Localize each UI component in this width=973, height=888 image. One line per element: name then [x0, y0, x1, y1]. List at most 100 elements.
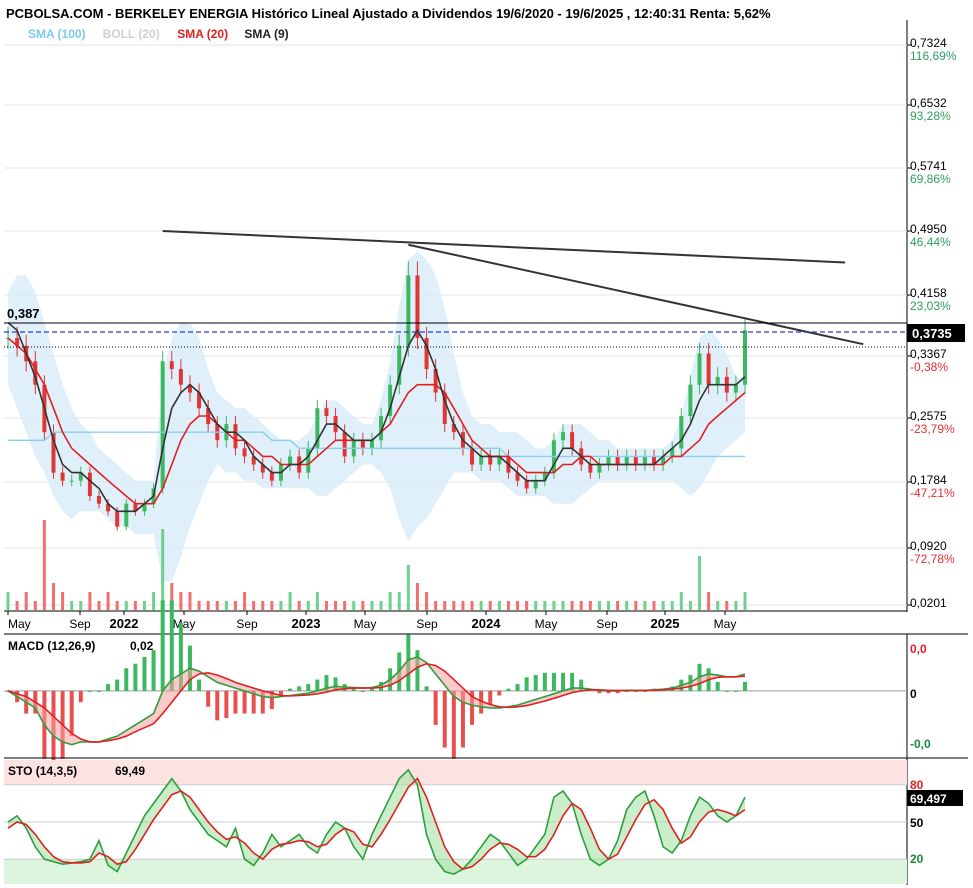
price-candle [169, 361, 174, 370]
price-candle [697, 353, 702, 385]
x-tick-label: May [8, 617, 31, 631]
volume-bar [270, 601, 274, 610]
price-candle [306, 448, 311, 473]
volume-bar [24, 592, 28, 610]
price-tick-label: 0,6532 [910, 96, 947, 110]
macd-hist-bar [142, 656, 147, 691]
macd-hist-bar [506, 688, 511, 691]
volume-bar [643, 601, 647, 610]
macd-ylabel-bottom: -0,0 [910, 737, 931, 751]
price-candle [533, 480, 538, 489]
volume-bar [133, 601, 137, 610]
legend-item: SMA (9) [244, 27, 288, 41]
price-candle [624, 456, 629, 465]
macd-hist-bar [442, 690, 447, 748]
volume-bar [634, 601, 638, 610]
macd-hist-bar [106, 684, 111, 691]
macd-hist-bar [306, 684, 311, 691]
price-candle [415, 275, 420, 339]
volume-bar [707, 592, 711, 610]
volume-bar [488, 601, 492, 610]
volume-bar [161, 529, 165, 610]
volume-bar [51, 583, 55, 610]
price-tick-pct: 69,86% [910, 172, 951, 186]
price-tick-pct: 46,44% [910, 235, 951, 249]
volume-bar [397, 592, 401, 610]
macd-hist-bar [497, 690, 502, 696]
volume-bar [15, 601, 19, 610]
macd-hist-bar [488, 690, 493, 705]
volume-bar [415, 583, 419, 610]
volume-bar [343, 601, 347, 610]
macd-hist-bar [124, 668, 129, 691]
macd-title: MACD (12,26,9) [8, 639, 95, 653]
macd-hist-bar [743, 681, 747, 691]
price-candle [479, 456, 484, 465]
volume-bar [297, 601, 301, 610]
volume-bar [142, 601, 146, 610]
macd-hist-bar [78, 690, 83, 703]
volume-bar [661, 601, 665, 610]
volume-bar [461, 601, 465, 610]
price-candle [69, 480, 74, 482]
price-tick-label: 0,0201 [910, 596, 947, 610]
price-tick-pct: -72,78% [910, 552, 955, 566]
macd-hist-bar [288, 688, 293, 691]
legend-item: SMA (20) [177, 27, 228, 41]
volume-bar [652, 601, 656, 610]
volume-bar [152, 592, 156, 610]
macd-hist-bar [242, 690, 247, 714]
macd-hist-bar [351, 688, 356, 691]
stock-chart: 0,7324116,69% 0,653293,28% 0,574169,86% 0,4… [4, 6, 968, 885]
x-tick-label: 2025 [651, 616, 680, 631]
sto-value: 69,49 [115, 764, 145, 778]
volume-bar [725, 601, 729, 610]
price-candle [561, 432, 566, 441]
volume-bar [552, 601, 556, 610]
price-tick-label: 0,2575 [910, 409, 947, 423]
macd-hist-bar [115, 679, 120, 691]
volume-bar [106, 592, 110, 610]
price-candle [588, 464, 593, 473]
macd-hist-bar [297, 686, 302, 691]
x-tick-label: Sep [416, 617, 438, 631]
volume-bar [588, 601, 592, 610]
price-tick-pct: 23,03% [910, 299, 951, 313]
price-tick-label: 0,4950 [910, 222, 947, 236]
last-price-value: 0,3735 [912, 326, 952, 341]
macd-hist-bar [542, 672, 547, 691]
sto-level-20: 20 [910, 852, 924, 866]
macd-hist-bar [224, 690, 229, 719]
volume-bar [561, 601, 565, 610]
volume-bar [252, 601, 256, 610]
chart-root: 0,7324 116,69% 0,6532 93,28% 0,5741 69,86% 0,4… [0, 0, 973, 888]
volume-bar [497, 601, 501, 610]
macd-hist-bar [69, 690, 74, 737]
x-tick-label: Sep [236, 617, 258, 631]
price-y-axis-ticks: 0,7324116,69% 0,653293,28% 0,574169,86% 0,4… [907, 36, 957, 610]
macd-hist-bar [96, 690, 101, 692]
price-candle [597, 464, 602, 473]
x-tick-label: May [714, 617, 737, 631]
price-candle [324, 408, 329, 417]
price-candle [715, 376, 720, 385]
volume-bar [716, 601, 720, 610]
x-tick-label: 2022 [110, 616, 139, 631]
sto-level-80: 80 [910, 778, 924, 792]
volume-bar [206, 601, 210, 610]
volume-bar [224, 601, 228, 610]
volume-bar [324, 601, 328, 610]
volume-bar [452, 601, 456, 610]
volume-bar [88, 592, 92, 610]
price-candle [115, 511, 120, 527]
price-candle [688, 384, 693, 417]
macd-hist-bar [169, 600, 174, 691]
price-tick-label: 0,4158 [910, 286, 947, 300]
price-candle [488, 456, 493, 465]
price-candle [60, 472, 65, 481]
price-candle [87, 472, 92, 497]
volume-bar [279, 601, 283, 610]
macd-hist-bar [424, 686, 429, 691]
price-tick-label: 0,7324 [910, 36, 947, 50]
macd-line [7, 656, 746, 746]
